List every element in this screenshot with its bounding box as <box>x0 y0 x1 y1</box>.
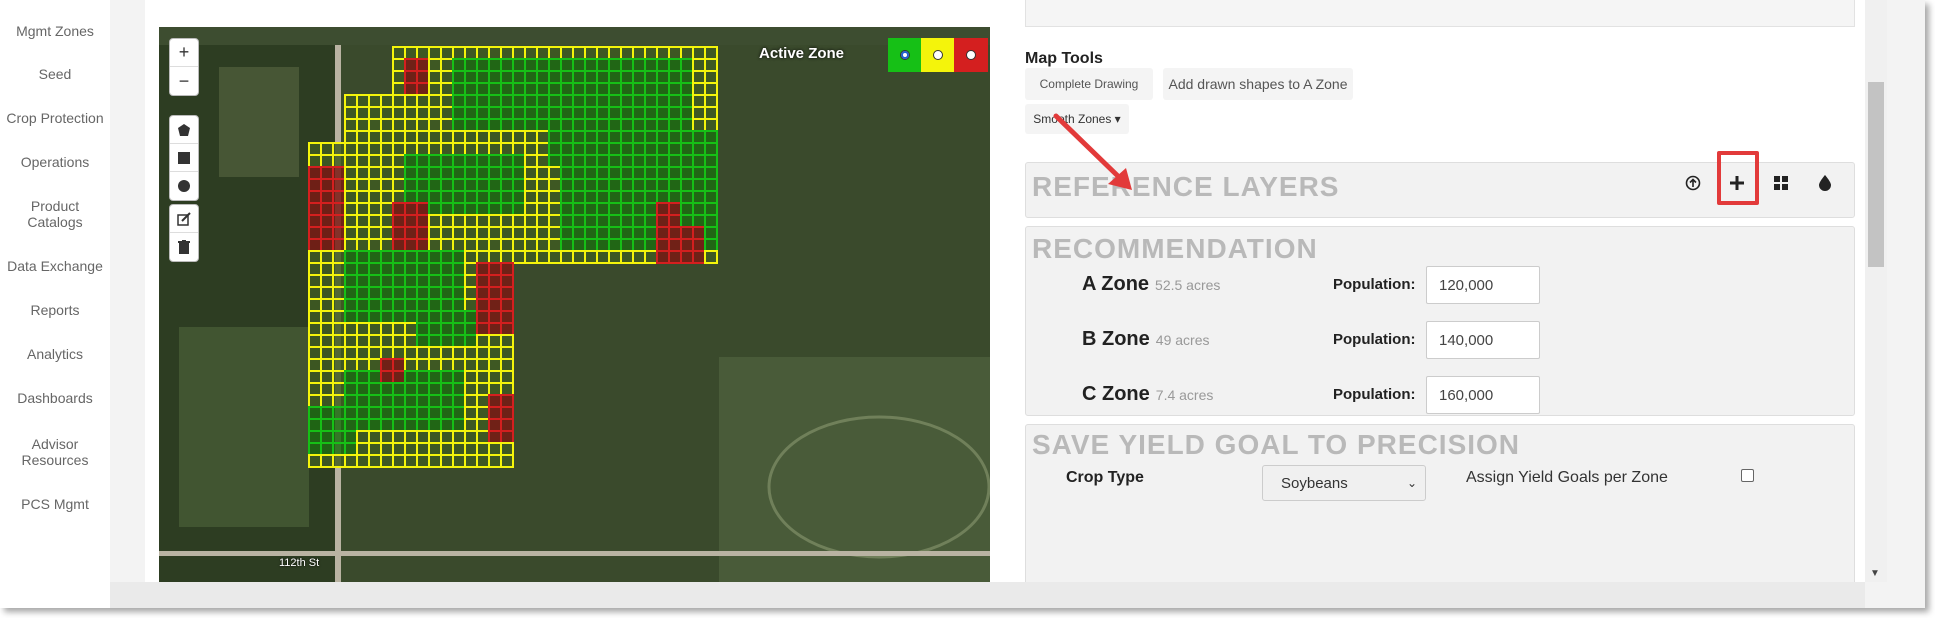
draw-shapes-control <box>169 115 199 201</box>
assign-yield-goals-label: Assign Yield Goals per Zone <box>1466 469 1668 486</box>
zone-acres: 49 acres <box>1155 332 1210 348</box>
radio-icon <box>933 50 943 60</box>
population-label: Population: <box>1333 386 1416 403</box>
radio-icon <box>966 50 976 60</box>
crop-type-value: Soybeans <box>1281 474 1348 492</box>
nav-item-analytics[interactable]: Analytics <box>0 346 110 362</box>
nav-item-data-exchange[interactable]: Data Exchange <box>0 258 110 274</box>
zone-b-label: B Zone 49 acres <box>1082 328 1209 351</box>
zoom-out-button[interactable]: − <box>170 67 198 95</box>
left-nav: Mgmt Zones Seed Crop Protection Operatio… <box>0 0 110 608</box>
nav-item-mgmt-zones[interactable]: Mgmt Zones <box>0 23 110 39</box>
population-label: Population: <box>1333 276 1416 293</box>
complete-drawing-button[interactable]: Complete Drawing <box>1025 68 1153 100</box>
zone-c-label: C Zone 7.4 acres <box>1082 383 1213 406</box>
zone-name: C Zone <box>1082 383 1150 405</box>
edit-icon[interactable] <box>170 205 198 233</box>
nav-item-crop-protection[interactable]: Crop Protection <box>0 110 110 126</box>
edit-control <box>169 204 199 262</box>
zoom-control: + − <box>169 38 199 96</box>
trash-icon[interactable] <box>170 233 198 261</box>
scrollbar[interactable]: ▼ <box>1865 0 1887 582</box>
nav-item-pcs-mgmt[interactable]: PCS Mgmt <box>0 496 110 512</box>
grid-icon[interactable] <box>1764 166 1798 200</box>
zone-name: B Zone <box>1082 328 1150 350</box>
zone-a-swatch[interactable] <box>888 38 922 72</box>
nav-item-advisor-resources[interactable]: Advisor Resources <box>0 436 110 468</box>
upload-icon[interactable] <box>1676 166 1710 200</box>
road-label: 112th St <box>279 557 320 569</box>
radio-selected-icon <box>900 50 910 60</box>
zone-acres: 7.4 acres <box>1155 387 1214 403</box>
crop-type-label: Crop Type <box>1066 469 1144 486</box>
nav-item-seed[interactable]: Seed <box>0 66 110 82</box>
zoom-in-button[interactable]: + <box>170 39 198 67</box>
nav-item-reports[interactable]: Reports <box>0 302 110 318</box>
assign-yield-goals-checkbox[interactable] <box>1741 469 1754 482</box>
scrollbar-thumb[interactable] <box>1868 82 1884 267</box>
zone-name: A Zone <box>1082 273 1150 295</box>
yield-goal-section: SAVE YIELD GOAL TO PRECISION Crop Type S… <box>1025 424 1855 594</box>
nav-item-dashboards[interactable]: Dashboards <box>0 390 110 406</box>
yield-goal-title: SAVE YIELD GOAL TO PRECISION <box>1032 429 1521 460</box>
footer-bar <box>110 582 1865 608</box>
recommendation-title: RECOMMENDATION <box>1032 233 1318 264</box>
previous-section-bottom <box>1025 0 1855 27</box>
recommendation-section: RECOMMENDATION A Zone 52.5 acres Populati… <box>1025 226 1855 416</box>
zone-c-swatch[interactable] <box>954 38 988 72</box>
annotation-arrow-icon <box>1053 113 1132 190</box>
field-map[interactable]: + − Active Zone 112th St <box>159 27 990 582</box>
zone-c-population-input[interactable]: 160,000 <box>1426 376 1540 414</box>
scroll-down-arrow-icon[interactable]: ▼ <box>1870 568 1880 579</box>
nav-item-product-catalogs[interactable]: Product Catalogs <box>0 198 110 230</box>
app-frame: Mgmt Zones Seed Crop Protection Operatio… <box>0 0 1925 608</box>
draw-circle-icon[interactable] <box>170 172 198 200</box>
map-tools-heading: Map Tools <box>1025 50 1103 67</box>
zone-b-population-input[interactable]: 140,000 <box>1426 321 1540 359</box>
zone-b-swatch[interactable] <box>921 38 955 72</box>
zone-acres: 52.5 acres <box>1155 277 1221 293</box>
zone-grid <box>308 46 718 468</box>
add-shapes-button[interactable]: Add drawn shapes to A Zone <box>1163 68 1353 100</box>
chevron-down-icon: ⌄ <box>1406 476 1417 490</box>
active-zone-label: Active Zone <box>759 45 845 62</box>
draw-rectangle-icon[interactable] <box>170 144 198 172</box>
zone-a-label: A Zone 52.5 acres <box>1082 273 1220 296</box>
content-card: + − Active Zone 112th St Map Tools Compl… <box>145 0 1865 594</box>
crop-type-select[interactable]: Soybeans ⌄ <box>1262 465 1426 501</box>
drop-icon[interactable] <box>1808 166 1842 200</box>
draw-polygon-icon[interactable] <box>170 116 198 144</box>
nav-item-operations[interactable]: Operations <box>0 154 110 170</box>
highlight-box <box>1717 151 1759 205</box>
population-label: Population: <box>1333 331 1416 348</box>
reference-layers-section: REFERENCE LAYERS <box>1025 151 1855 218</box>
zone-a-population-input[interactable]: 120,000 <box>1426 266 1540 304</box>
